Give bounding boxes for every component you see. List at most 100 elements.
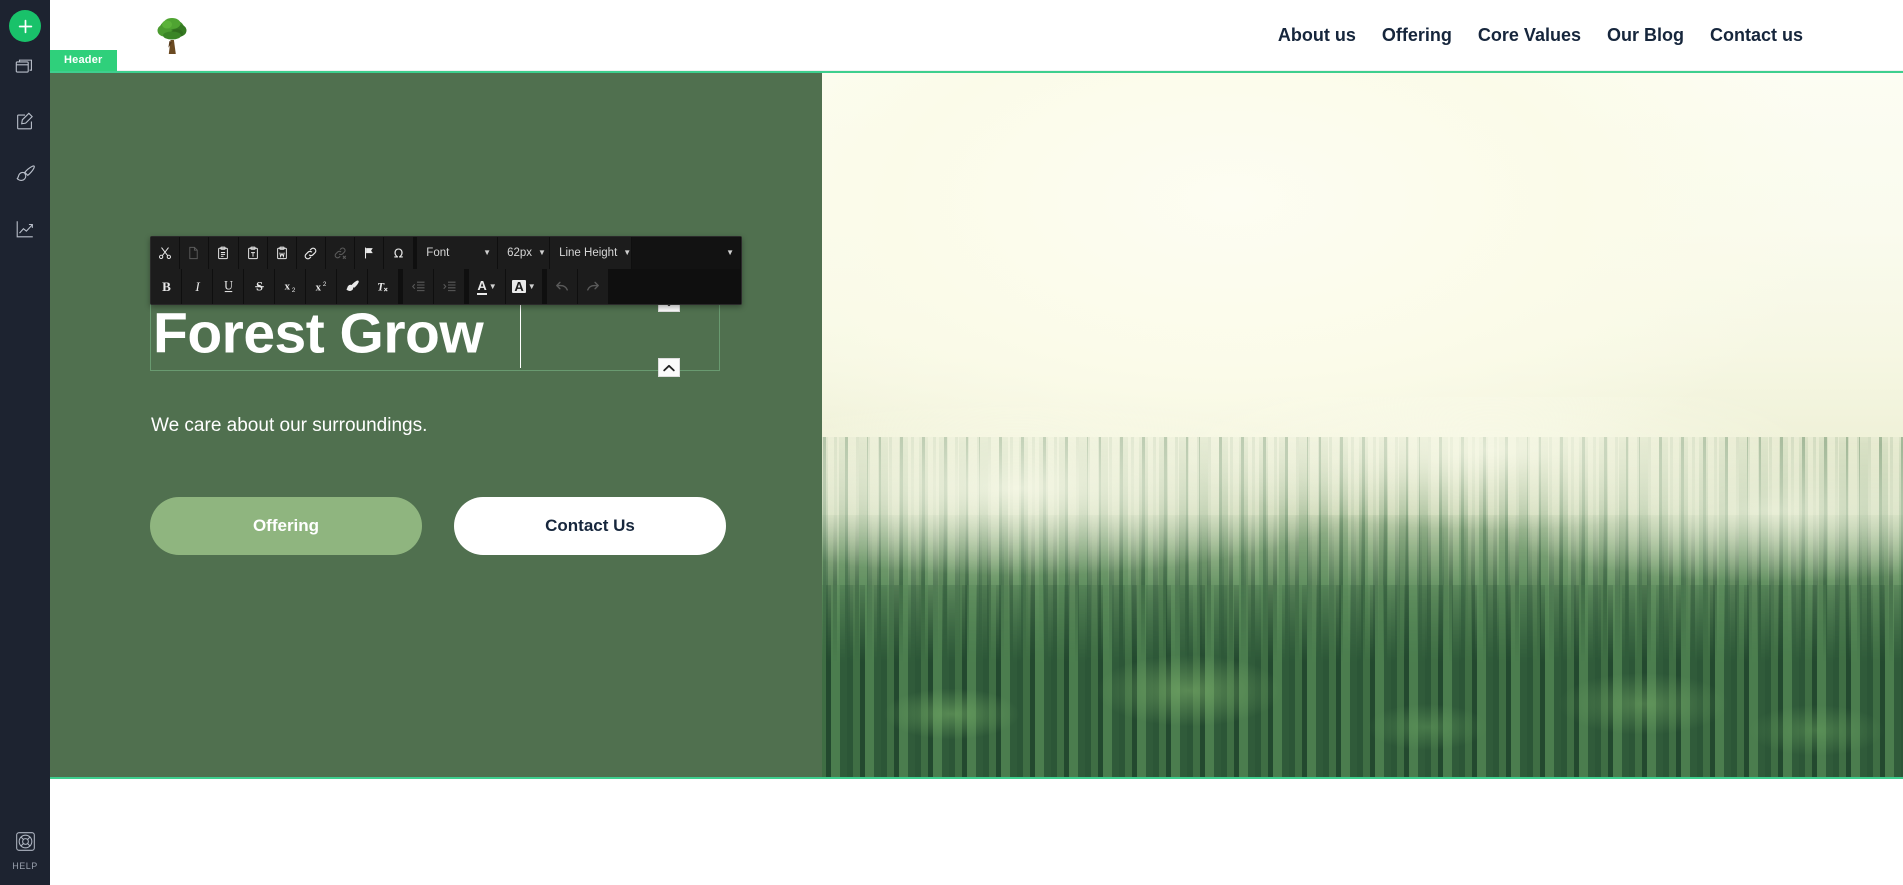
chevron-down-icon: ▼	[538, 248, 546, 257]
superscript-button[interactable]: x 2	[306, 269, 337, 304]
analytics-chart-icon	[14, 218, 36, 245]
svg-text:U: U	[224, 279, 233, 293]
line-height-select[interactable]: Line Height ▼	[550, 237, 633, 269]
background-color-icon: A	[512, 279, 526, 294]
paste-text-icon	[246, 246, 260, 260]
tree-logo-icon	[157, 18, 187, 54]
paragraph-format-select[interactable]: ▼	[632, 237, 742, 269]
help-label: HELP	[12, 861, 38, 871]
italic-button[interactable]: I	[182, 269, 213, 304]
strikethrough-icon: S	[252, 279, 267, 294]
subscript-button[interactable]: x 2	[275, 269, 306, 304]
hero-image[interactable]	[822, 73, 1903, 777]
line-height-value: Line Height	[559, 247, 618, 259]
redo-arrow-icon	[585, 279, 601, 294]
indent-icon	[442, 279, 457, 294]
site-header: About us Offering Core Values Our Blog C…	[50, 0, 1903, 71]
help-button[interactable]: HELP	[0, 830, 50, 871]
cut-button[interactable]	[151, 237, 181, 269]
bold-button[interactable]: B	[151, 269, 182, 304]
svg-text:2: 2	[292, 287, 296, 294]
section-tag-header[interactable]: Header	[50, 50, 117, 71]
undo-arrow-icon	[554, 279, 570, 294]
font-size-select[interactable]: 62px ▼	[498, 237, 551, 269]
text-color-icon: A	[477, 277, 487, 295]
svg-text:x: x	[316, 282, 322, 293]
link-icon	[303, 246, 318, 261]
remove-format-button[interactable]: T	[368, 269, 399, 304]
bold-icon: B	[159, 279, 174, 294]
italic-icon: I	[190, 279, 205, 294]
contact-us-button[interactable]: Contact Us	[454, 497, 726, 555]
hero-subheading[interactable]: We care about our surroundings.	[151, 415, 427, 437]
hero-cta-row: Offering Contact Us	[150, 497, 726, 555]
special-character-button[interactable]: Ω	[384, 237, 414, 269]
sidebar-item-pages[interactable]	[0, 42, 50, 96]
paste-word-icon	[275, 246, 289, 260]
underline-icon: U	[221, 279, 236, 294]
format-painter-button[interactable]	[337, 269, 368, 304]
move-element-up-button[interactable]	[658, 358, 680, 377]
edit-square-icon	[14, 110, 36, 137]
paste-button[interactable]	[209, 237, 239, 269]
svg-text:2: 2	[323, 281, 327, 288]
toolbar-row-2: B I U S x 2 x 2 T A ▼ A ▼	[151, 269, 741, 304]
outdent-icon	[411, 279, 426, 294]
anchor-button[interactable]	[355, 237, 385, 269]
svg-text:T: T	[377, 281, 385, 293]
rich-text-toolbar: Ω Font ▼ 62px ▼ Line Height ▼ ▼ B I U S …	[150, 236, 742, 305]
app-root: HELP About us Offering Core Values Our B…	[0, 0, 1903, 885]
offering-button[interactable]: Offering	[150, 497, 422, 555]
site-logo[interactable]	[150, 10, 194, 60]
omega-icon: Ω	[391, 246, 406, 261]
toolbar-row-2-filler	[609, 269, 741, 304]
hero-section[interactable]: Forest Grow We care about our surroundin…	[50, 71, 1903, 779]
chevron-up-icon	[663, 359, 675, 377]
copy-button[interactable]	[180, 237, 210, 269]
increase-indent-button[interactable]	[434, 269, 465, 304]
left-rail: HELP	[0, 0, 50, 885]
mist-layer	[822, 396, 1903, 777]
sidebar-item-edit[interactable]	[0, 96, 50, 150]
nav-link-our-blog[interactable]: Our Blog	[1607, 25, 1684, 46]
insert-link-button[interactable]	[296, 237, 327, 269]
nav-link-contact-us[interactable]: Contact us	[1710, 25, 1803, 46]
forest-photo	[822, 73, 1903, 777]
svg-text:x: x	[285, 282, 291, 293]
superscript-icon: x 2	[313, 279, 329, 294]
text-caret	[520, 300, 521, 368]
hero-left-panel: Forest Grow We care about our surroundin…	[50, 73, 822, 777]
sidebar-item-design[interactable]	[0, 150, 50, 204]
decrease-indent-button[interactable]	[403, 269, 434, 304]
heading-edit-box[interactable]: Forest Grow	[150, 297, 720, 371]
undo-button[interactable]	[547, 269, 578, 304]
nav-link-core-values[interactable]: Core Values	[1478, 25, 1581, 46]
primary-nav: About us Offering Core Values Our Blog C…	[1278, 25, 1803, 46]
subscript-icon: x 2	[282, 279, 298, 294]
sidebar-item-analytics[interactable]	[0, 204, 50, 258]
nav-link-offering[interactable]: Offering	[1382, 25, 1452, 46]
svg-text:Ω: Ω	[394, 246, 403, 260]
nav-link-about-us[interactable]: About us	[1278, 25, 1356, 46]
remove-link-button[interactable]	[326, 237, 356, 269]
flag-icon	[362, 246, 376, 260]
text-color-button[interactable]: A ▼	[469, 269, 506, 304]
strikethrough-button[interactable]: S	[244, 269, 275, 304]
add-new-button[interactable]	[9, 10, 41, 42]
chevron-down-icon: ▼	[527, 282, 536, 291]
font-size-value: 62px	[507, 247, 533, 259]
paste-as-text-button[interactable]	[238, 237, 268, 269]
paintbrush-icon	[345, 279, 360, 294]
page-title[interactable]: Forest Grow	[153, 305, 484, 363]
chevron-down-icon: ▼	[483, 248, 492, 257]
underline-button[interactable]: U	[213, 269, 244, 304]
page-canvas: About us Offering Core Values Our Blog C…	[50, 0, 1903, 885]
lifebuoy-icon	[14, 830, 37, 858]
remove-format-icon: T	[375, 279, 391, 294]
font-family-select[interactable]: Font ▼	[417, 237, 499, 269]
paste-from-word-button[interactable]	[267, 237, 297, 269]
copy-icon	[187, 246, 201, 260]
redo-button[interactable]	[578, 269, 609, 304]
svg-text:I: I	[194, 279, 200, 294]
background-color-button[interactable]: A ▼	[506, 269, 543, 304]
